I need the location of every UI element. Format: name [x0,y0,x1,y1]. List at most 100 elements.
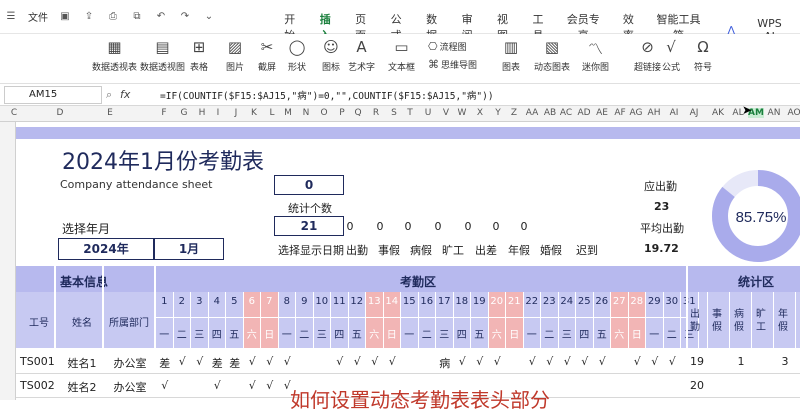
count-value[interactable]: 0 [274,175,344,195]
attendance-mark[interactable]: 差 [209,355,227,371]
attendance-mark[interactable]: √ [174,355,192,368]
column-header-AA[interactable]: AA [524,108,540,118]
menu-icon[interactable]: ☰ [4,10,18,24]
ribbon-pivot-table[interactable]: ▦ 数据透视表 [92,38,137,73]
attendance-mark[interactable]: √ [384,355,402,368]
ribbon-wordart[interactable]: A 艺术字 [348,38,375,73]
column-header-Y[interactable]: Y [490,108,506,118]
attendance-mark[interactable]: √ [454,355,472,368]
column-header-AE[interactable]: AE [594,108,610,118]
sheet-area[interactable]: 2024年1月份考勤表 Company attendance sheet 0 统… [16,122,800,400]
ribbon-hyperlink[interactable]: ⊘ 超链接 [634,38,661,73]
column-header-AN[interactable]: AN [766,108,782,118]
column-header-P[interactable]: P [334,108,350,118]
ribbon-picture[interactable]: ▨ 图片 [226,38,244,73]
ribbon-shape[interactable]: ◯ 形状 [288,38,306,73]
column-header-AI[interactable]: AI [666,108,682,118]
ribbon-dynamic-chart[interactable]: ▧ 动态图表 [534,38,570,73]
year-select[interactable]: 2024年 [58,238,154,260]
column-header-H[interactable]: H [194,108,210,118]
attendance-mark[interactable]: √ [244,355,262,368]
column-header-F[interactable]: F [156,108,172,118]
attendance-mark[interactable]: √ [331,355,349,368]
column-header-T[interactable]: T [402,108,418,118]
ribbon-pivot-chart[interactable]: ▤ 数据透视图 [140,38,185,73]
column-header-R[interactable]: R [368,108,384,118]
function-icon[interactable]: fx [120,88,130,101]
attendance-mark[interactable]: √ [366,355,384,368]
attendance-mark[interactable]: √ [261,355,279,368]
column-header-AJ[interactable]: AJ [686,108,702,118]
attendance-mark[interactable]: √ [524,355,542,368]
attendance-mark[interactable]: √ [279,355,297,368]
column-header-Z[interactable]: Z [506,108,522,118]
attendance-mark[interactable]: √ [629,355,647,368]
column-header-AC[interactable]: AC [558,108,574,118]
column-header-AF[interactable]: AF [612,108,628,118]
preview-icon[interactable]: ⧉ [130,10,144,24]
more-icon[interactable]: ⌄ [202,10,216,24]
column-header-K[interactable]: K [246,108,262,118]
column-header-G[interactable]: G [176,108,192,118]
attendance-mark[interactable]: √ [261,379,279,392]
ribbon-sparkline[interactable]: 〽迷你图 [582,38,609,73]
attendance-mark[interactable]: √ [541,355,559,368]
ribbon-table[interactable]: ⊞ 表格 [190,38,208,73]
attendance-mark[interactable]: √ [471,355,489,368]
column-header-X[interactable]: X [472,108,488,118]
attendance-mark[interactable]: 病 [436,355,454,371]
column-header-S[interactable]: S [386,108,402,118]
column-header-AB[interactable]: AB [542,108,558,118]
attendance-mark[interactable]: √ [646,355,664,368]
ribbon-symbol[interactable]: Ω 符号 [694,38,712,73]
column-header-Q[interactable]: Q [350,108,366,118]
column-header-AD[interactable]: AD [576,108,592,118]
formula-input[interactable]: =IF(COUNTIF($F15:$AJ15,"病")=0,"",COUNTIF… [160,88,494,102]
column-header-M[interactable]: M [280,108,296,118]
month-select[interactable]: 1月 [154,238,224,260]
ribbon-chart[interactable]: ▥ 图表 [502,38,520,73]
column-header-D[interactable]: D [52,108,68,118]
ribbon-formula[interactable]: √ 公式 [662,38,680,73]
name-box[interactable]: AM15 [4,86,102,104]
save-icon[interactable]: ▣ [58,10,72,24]
undo-icon[interactable]: ↶ [154,10,168,24]
print-icon[interactable]: ⎙ [106,10,120,24]
column-header-I[interactable]: I [210,108,226,118]
column-header-AG[interactable]: AG [628,108,644,118]
column-header-E[interactable]: E [102,108,118,118]
attendance-mark[interactable]: √ [349,355,367,368]
column-header-AK[interactable]: AK [710,108,726,118]
table-row[interactable]: TS001 姓名1 办公室差 √ √ 差差 √ √ √ √ √ √ √ 病 √ √ √ √ √ √ √ √ √ √ √ 19 1 3 [16,350,800,374]
column-header-W[interactable]: W [454,108,470,118]
ribbon-screenshot[interactable]: ✂ 截屏 [258,38,276,73]
attendance-mark[interactable]: √ [489,355,507,368]
attendance-mark[interactable]: √ [594,355,612,368]
zoom-icon[interactable]: ⌕ [106,88,112,102]
column-header-AH[interactable]: AH [646,108,662,118]
attendance-mark[interactable]: √ [576,355,594,368]
column-header-AO[interactable]: AO [786,108,800,118]
column-header-U[interactable]: U [420,108,436,118]
redo-icon[interactable]: ↷ [178,10,192,24]
column-header-L[interactable]: L [264,108,280,118]
column-header-J[interactable]: J [228,108,244,118]
export-icon[interactable]: ⇪ [82,10,96,24]
ribbon-icon-library[interactable]: ☺ 图标 [322,38,340,73]
attendance-mark[interactable]: √ [209,379,227,392]
attendance-mark[interactable]: √ [244,379,262,392]
attendance-mark[interactable]: 差 [226,355,244,371]
attendance-mark[interactable]: √ [559,355,577,368]
ribbon-flowchart[interactable]: ⎔ 流程图 [428,40,467,53]
days-value[interactable]: 21 [274,216,344,236]
column-header-N[interactable]: N [298,108,314,118]
file-menu[interactable]: 文件 [28,9,48,24]
attendance-mark[interactable]: √ [156,379,174,392]
column-header-C[interactable]: C [6,108,22,118]
column-header-V[interactable]: V [438,108,454,118]
attendance-mark[interactable]: √ [191,355,209,368]
attendance-mark[interactable]: 差 [156,355,174,371]
column-header-O[interactable]: O [316,108,332,118]
attendance-mark[interactable]: √ [664,355,682,368]
ribbon-mindmap[interactable]: ⌘ 思维导图 [428,58,477,71]
